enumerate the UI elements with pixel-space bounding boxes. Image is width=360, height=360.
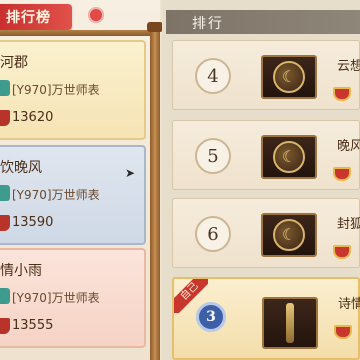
trophy-icon bbox=[0, 215, 10, 231]
leaderboard-panel: 排行榜 河郡 [Y970]万世师表 13620 饮晚风 [Y970]万世师表 1… bbox=[0, 0, 163, 360]
mouse-cursor-icon: ➤ bbox=[125, 166, 136, 180]
avatar[interactable]: ☾ bbox=[261, 135, 317, 179]
rank-number: 6 bbox=[207, 223, 219, 245]
scroll-top-rod bbox=[0, 30, 158, 36]
ranking-header: 排行 bbox=[166, 10, 360, 34]
self-rank-row[interactable]: 自己 3 诗情 bbox=[172, 277, 360, 360]
rank-badge: 4 bbox=[195, 58, 231, 94]
rank-number: 4 bbox=[207, 65, 219, 87]
rank-number: 5 bbox=[207, 145, 219, 167]
guild-tag-icon bbox=[0, 80, 10, 96]
rank-badge: 3 bbox=[196, 302, 226, 332]
player-card-1[interactable]: 河郡 [Y970]万世师表 13620 bbox=[0, 40, 146, 140]
rank-player-name: 诗情 bbox=[338, 297, 360, 312]
scroll-side-rod bbox=[150, 28, 160, 360]
player-guild: [Y970]万世师表 bbox=[12, 83, 100, 97]
moon-emblem-icon: ☾ bbox=[273, 141, 305, 173]
moon-emblem-icon: ☾ bbox=[273, 61, 305, 93]
avatar[interactable] bbox=[262, 297, 318, 349]
scroll-rod-cap bbox=[147, 22, 163, 32]
trophy-icon bbox=[0, 318, 10, 334]
player-guild: [Y970]万世师表 bbox=[12, 188, 100, 202]
guild-tag-icon bbox=[0, 185, 10, 201]
sword-icon bbox=[286, 303, 294, 343]
leaderboard-title-tab: 排行榜 bbox=[0, 4, 72, 30]
rank-player-name: 晚风 bbox=[337, 139, 360, 154]
moon-emblem-icon: ☾ bbox=[273, 219, 305, 251]
player-card-3[interactable]: 情小雨 [Y970]万世师表 13555 bbox=[0, 248, 146, 348]
rank-badge: 6 bbox=[195, 216, 231, 252]
trophy-icon bbox=[0, 110, 10, 126]
rank-badge: 5 bbox=[195, 138, 231, 174]
guild-tag-icon bbox=[0, 288, 10, 304]
rank-row[interactable]: 4 ☾ 云想 bbox=[172, 40, 360, 110]
avatar[interactable]: ☾ bbox=[261, 213, 317, 257]
player-score: 13620 bbox=[12, 110, 54, 125]
leaderboard-title: 排行榜 bbox=[6, 10, 51, 26]
player-score: 13590 bbox=[12, 215, 54, 230]
rank-row[interactable]: 5 ☾ 晚风 bbox=[172, 120, 360, 190]
player-guild: [Y970]万世师表 bbox=[12, 291, 100, 305]
ranking-header-title: 排行 bbox=[192, 16, 224, 32]
trophy-icon bbox=[333, 245, 351, 259]
avatar[interactable]: ☾ bbox=[261, 55, 317, 99]
player-name: 饮晚风 bbox=[0, 160, 42, 176]
player-name: 河郡 bbox=[0, 55, 28, 71]
trophy-icon bbox=[333, 167, 351, 181]
rank-row[interactable]: 6 ☾ 封狐 bbox=[172, 198, 360, 268]
trophy-icon bbox=[334, 325, 352, 339]
player-score: 13555 bbox=[12, 318, 54, 333]
rank-player-name: 封狐 bbox=[337, 217, 360, 232]
player-card-2[interactable]: 饮晚风 [Y970]万世师表 13590 bbox=[0, 145, 146, 245]
rank-number: 3 bbox=[206, 309, 216, 325]
close-icon[interactable] bbox=[88, 7, 104, 23]
rank-player-name: 云想 bbox=[337, 59, 360, 74]
player-name: 情小雨 bbox=[0, 263, 42, 279]
trophy-icon bbox=[333, 87, 351, 101]
